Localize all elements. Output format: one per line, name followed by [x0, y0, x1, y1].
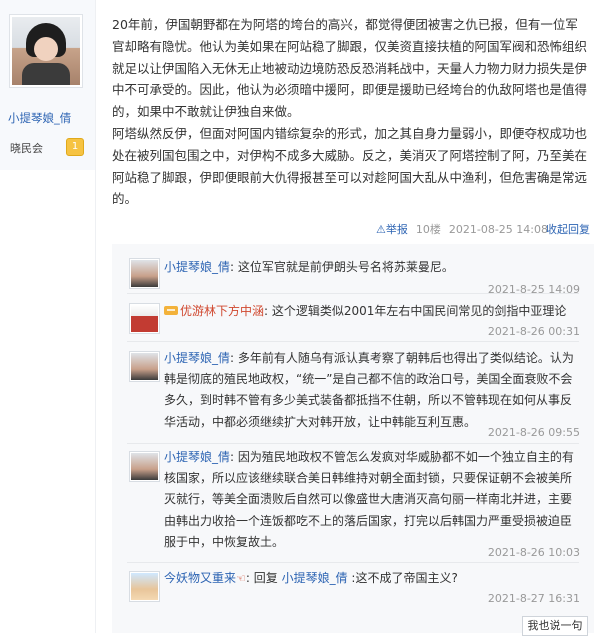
hand-icon: ☜ — [236, 572, 246, 585]
post-paragraph: 阿塔纵然反伊，但面对阿国内错综复杂的形式，加之其自身力量弱小，即便夺权成功也处在… — [112, 125, 588, 207]
reply-item: 小提琴娘_倩: 多年前有人随乌有派认真考察了朝韩后也得出了类似结论。认为韩是彻底… — [112, 345, 594, 441]
reply-separator — [127, 341, 579, 342]
reply-separator — [127, 443, 579, 444]
reply-author[interactable]: 小提琴娘_倩 — [164, 351, 230, 365]
reply-avatar[interactable] — [129, 258, 160, 289]
author-name[interactable]: 小提琴娘_倩 — [8, 110, 71, 126]
reply-text: 小提琴娘_倩: 多年前有人随乌有派认真考察了朝韩后也得出了类似结论。认为韩是彻底… — [164, 351, 574, 429]
reply-author[interactable]: 优游林下方中涵 — [180, 304, 264, 318]
post-meta: ⚠举报 10楼 2021-08-25 14:08 — [376, 221, 548, 237]
reply-separator — [127, 562, 579, 563]
reply-time: 2021-8-25 14:09 — [487, 283, 580, 296]
avatar-shirt — [22, 63, 70, 85]
reply-time: 2021-8-26 10:03 — [487, 546, 580, 559]
reply-item: 小提琴娘_倩: 因为殖民地政权不管怎么发疯对华威胁都不如一个独立自主的有核国家，… — [112, 447, 594, 559]
reply-text: 小提琴娘_倩: 因为殖民地政权不管怎么发疯对华威胁都不如一个独立自主的有核国家，… — [164, 450, 574, 549]
collapse-replies-link[interactable]: 收起回复 — [546, 221, 590, 237]
reply-time: 2021-8-26 09:55 — [487, 426, 580, 439]
author-sidebar: 小提琴娘_倩 晓民会 1 — [0, 0, 95, 633]
post-paragraph: 20年前，伊国朝野都在为阿塔的垮台的高兴，都觉得便团被害之仇已报，但有一位军官却… — [112, 17, 588, 120]
grade-level-badge[interactable]: 1 — [66, 138, 84, 156]
reply-author[interactable]: 今妖物又重来 — [164, 571, 236, 585]
report-icon: ⚠ — [376, 223, 386, 236]
reply-time: 2021-8-26 00:31 — [487, 325, 580, 338]
reply-avatar[interactable] — [129, 571, 160, 602]
post-content: 20年前，伊国朝野都在为阿塔的垮台的高兴，都觉得便团被害之仇已报，但有一位军官却… — [112, 14, 587, 210]
reply-target[interactable]: 小提琴娘_倩 — [282, 571, 348, 585]
reply-text: 小提琴娘_倩: 这位军官就是前伊朗头号名将苏莱曼尼。 — [164, 260, 454, 274]
reply-item: 今妖物又重来☜: 回复 小提琴娘_倩 :这不成了帝国主义? 2021-8-27 … — [112, 566, 594, 612]
reply-text: 今妖物又重来☜: 回复 小提琴娘_倩 :这不成了帝国主义? — [164, 568, 579, 589]
reply-avatar[interactable] — [129, 351, 160, 382]
avatar-image — [12, 17, 80, 85]
reply-author[interactable]: 小提琴娘_倩 — [164, 450, 230, 464]
post-timestamp: 2021-08-25 14:08 — [448, 223, 548, 236]
reply-time: 2021-8-27 16:31 — [487, 592, 580, 605]
reply-author[interactable]: 小提琴娘_倩 — [164, 260, 230, 274]
say-something-button[interactable]: 我也说一句 — [522, 616, 588, 636]
reply-avatar[interactable] — [129, 451, 160, 482]
grade-label: 晓民会 — [10, 142, 43, 155]
floor-number: 10楼 — [415, 223, 441, 236]
forum-post: 小提琴娘_倩 晓民会 1 20年前，伊国朝野都在为阿塔的垮台的高兴，都觉得便团被… — [0, 0, 600, 636]
reply-avatar[interactable] — [129, 303, 160, 334]
sidebar-divider — [95, 0, 96, 633]
author-avatar[interactable] — [9, 14, 83, 88]
report-link[interactable]: ⚠举报 — [376, 223, 408, 236]
vip-icon — [164, 306, 178, 315]
reply-item: 优游林下方中涵: 这个逻辑类似2001年左右中国民间常见的剑指中亚理论 2021… — [112, 297, 594, 343]
avatar-face — [34, 37, 58, 61]
author-grade: 晓民会 1 — [8, 138, 84, 156]
reply-list: 小提琴娘_倩: 这位军官就是前伊朗头号名将苏莱曼尼。 2021-8-25 14:… — [112, 244, 594, 633]
reply-separator — [127, 293, 579, 294]
reply-text: 优游林下方中涵: 这个逻辑类似2001年左右中国民间常见的剑指中亚理论 — [164, 301, 579, 322]
